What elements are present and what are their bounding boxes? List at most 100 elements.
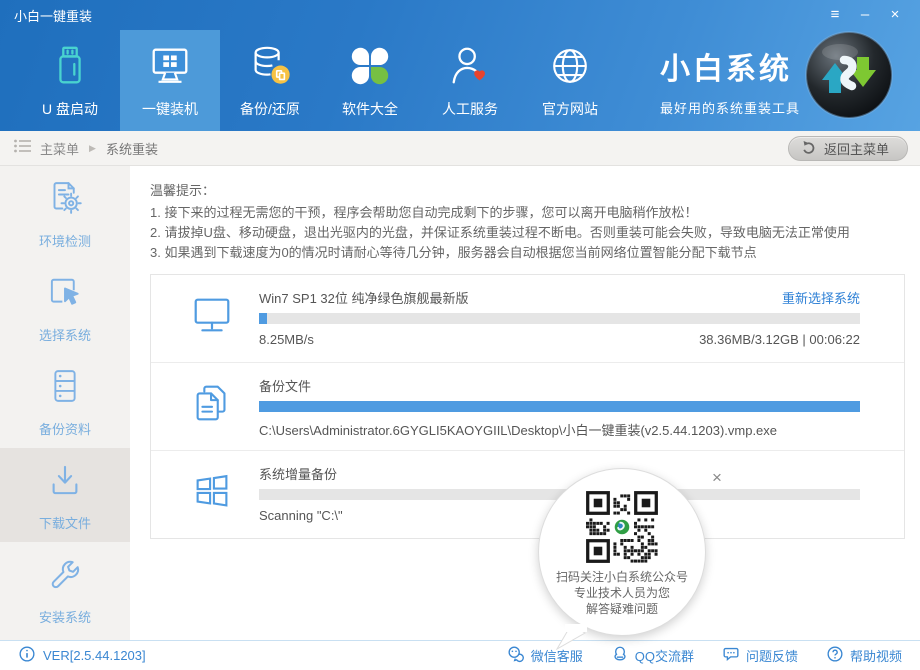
footer-link-label: 问题反馈 — [746, 646, 798, 665]
qr-caption-line: 扫码关注小白系统公众号 — [556, 569, 688, 585]
database-icon — [247, 43, 293, 92]
breadcrumb-arrow-icon: ▶ — [89, 143, 96, 154]
nav-item-official-site[interactable]: 官方网站 — [520, 30, 620, 131]
server-stack-icon — [44, 365, 86, 410]
nav-item-label: U 盘启动 — [42, 99, 98, 119]
sidebar-item-label: 环境检测 — [39, 231, 91, 250]
version-text: VER[2.5.44.1203] — [43, 648, 146, 663]
incremental-title: 系统增量备份 — [259, 464, 337, 483]
download-progress-bar — [259, 313, 860, 324]
backup-path: C:\Users\Administrator.6GYGLI5KAOYGIIL\D… — [259, 420, 777, 437]
wrench-icon — [44, 553, 86, 598]
header: 小白一键重装 ≡ – × U 盘启动 — [0, 0, 920, 131]
menu-icon[interactable]: ≡ — [820, 3, 850, 27]
footer-link-label: 帮助视频 — [850, 646, 902, 665]
nav-item-label: 软件大全 — [342, 99, 398, 119]
qr-bubble: 扫码关注小白系统公众号 专业技术人员为您 解答疑难问题 — [538, 468, 706, 636]
version-block: VER[2.5.44.1203] — [18, 645, 146, 666]
documents-icon — [189, 380, 235, 426]
breadcrumb-current: 系统重装 — [106, 139, 158, 158]
reselect-system-link[interactable]: 重新选择系统 — [782, 288, 860, 307]
brand-subtitle: 最好用的系统重装工具 — [660, 98, 800, 117]
nav-item-label: 人工服务 — [442, 99, 498, 119]
apps-clover-icon — [347, 43, 393, 92]
sidebar-item-backup-data[interactable]: 备份资料 — [0, 354, 130, 448]
qq-icon — [611, 645, 629, 666]
feedback-bubble-icon — [722, 645, 740, 666]
list-icon — [14, 139, 32, 158]
breadcrumb-root[interactable]: 主菜单 — [40, 139, 79, 158]
env-check-icon — [44, 177, 86, 222]
footer-links: 微信客服 QQ交流群 问题反馈 — [479, 645, 902, 666]
sidebar: 环境检测 选择系统 — [0, 166, 130, 640]
help-icon — [826, 645, 844, 666]
main-nav: U 盘启动 一键装机 — [0, 30, 920, 131]
back-to-main-menu-button[interactable]: 返回主菜单 — [788, 136, 908, 161]
wechat-icon — [507, 645, 525, 666]
brand-title: 小白系统 — [660, 44, 800, 88]
download-progress-fill — [259, 313, 267, 324]
download-title: Win7 SP1 32位 纯净绿色旗舰最新版 — [259, 288, 469, 307]
tips-line: 2. 请拔掉U盘、移动硬盘，退出光驱内的光盘，并保证系统重装过程不断电。否则重装… — [150, 223, 905, 243]
back-button-label: 返回主菜单 — [824, 139, 889, 158]
qr-bubble-tail — [555, 624, 589, 650]
usb-drive-icon — [47, 43, 93, 92]
app-window: 小白一键重装 ≡ – × U 盘启动 — [0, 0, 920, 670]
brand-block: 小白系统 最好用的系统重装工具 — [660, 44, 800, 117]
sidebar-item-label: 安装系统 — [39, 607, 91, 626]
sidebar-item-install-system[interactable]: 安装系统 — [0, 542, 130, 636]
titlebar: 小白一键重装 ≡ – × — [0, 0, 920, 30]
progress-cards: Win7 SP1 32位 纯净绿色旗舰最新版 重新选择系统 8.25MB/s 3… — [150, 274, 905, 539]
brand-logo-icon — [804, 30, 894, 120]
sidebar-item-download-files[interactable]: 下载文件 — [0, 448, 130, 542]
person-heart-icon — [447, 43, 493, 92]
select-system-icon — [44, 271, 86, 316]
qr-code — [586, 491, 658, 563]
sidebar-item-label: 下载文件 — [39, 513, 91, 532]
nav-item-human-service[interactable]: 人工服务 — [420, 30, 520, 131]
sidebar-item-select-system[interactable]: 选择系统 — [0, 260, 130, 354]
minimize-icon[interactable]: – — [850, 3, 880, 27]
window-controls: ≡ – × — [820, 3, 910, 27]
tips-title: 温馨提示： — [150, 181, 905, 201]
feedback-link[interactable]: 问题反馈 — [722, 645, 798, 666]
download-size-time: 38.36MB/3.12GB | 00:06:22 — [699, 332, 860, 349]
info-icon — [18, 645, 36, 666]
close-icon[interactable]: × — [880, 3, 910, 27]
monitor-windows-icon — [147, 43, 193, 92]
backup-title: 备份文件 — [259, 376, 311, 395]
tips-line: 3. 如果遇到下载速度为0的情况时请耐心等待几分钟，服务器会自动根据您当前网络位… — [150, 243, 905, 263]
nav-item-backup-restore[interactable]: 备份/还原 — [220, 30, 320, 131]
nav-item-one-key-install[interactable]: 一键装机 — [120, 30, 220, 131]
backup-file-row: 备份文件 C:\Users\Administrator.6GYGLI5KAOYG… — [151, 363, 904, 451]
incremental-backup-row: 系统增量备份 Scanning "C:\" — [151, 451, 904, 538]
footer-link-label: QQ交流群 — [635, 646, 694, 665]
windows-logo-icon — [189, 468, 235, 514]
breadcrumb-bar: 主菜单 ▶ 系统重装 返回主菜单 — [0, 131, 920, 166]
window-title: 小白一键重装 — [14, 6, 92, 25]
sidebar-item-label: 选择系统 — [39, 325, 91, 344]
download-icon — [44, 459, 86, 504]
incremental-status: Scanning "C:\" — [259, 508, 343, 525]
backup-progress-fill — [259, 401, 860, 412]
qr-popup: 扫码关注小白系统公众号 专业技术人员为您 解答疑难问题 — [538, 468, 706, 636]
qr-caption-line: 解答疑难问题 — [556, 601, 688, 617]
tips-block: 温馨提示： 1. 接下来的过程无需您的干预，程序会帮助您自动完成剩下的步骤，您可… — [150, 181, 905, 263]
nav-item-software[interactable]: 软件大全 — [320, 30, 420, 131]
sidebar-item-label: 备份资料 — [39, 419, 91, 438]
tips-line: 1. 接下来的过程无需您的干预，程序会帮助您自动完成剩下的步骤，您可以离开电脑稍… — [150, 203, 905, 223]
qr-popup-close-icon[interactable]: × — [712, 469, 722, 486]
qq-group-link[interactable]: QQ交流群 — [611, 645, 694, 666]
help-video-link[interactable]: 帮助视频 — [826, 645, 902, 666]
nav-item-usb-boot[interactable]: U 盘启动 — [20, 30, 120, 131]
nav-item-label: 备份/还原 — [240, 99, 300, 119]
qr-caption: 扫码关注小白系统公众号 专业技术人员为您 解答疑难问题 — [556, 569, 688, 617]
back-arrow-icon — [801, 139, 817, 158]
nav-item-label: 官方网站 — [542, 99, 598, 119]
status-bar: VER[2.5.44.1203] 微信客服 — [0, 640, 920, 670]
download-speed: 8.25MB/s — [259, 332, 314, 349]
nav-item-label: 一键装机 — [142, 99, 198, 119]
sidebar-item-env-check[interactable]: 环境检测 — [0, 166, 130, 260]
main-content: 温馨提示： 1. 接下来的过程无需您的干预，程序会帮助您自动完成剩下的步骤，您可… — [130, 166, 920, 640]
backup-progress-bar — [259, 401, 860, 412]
